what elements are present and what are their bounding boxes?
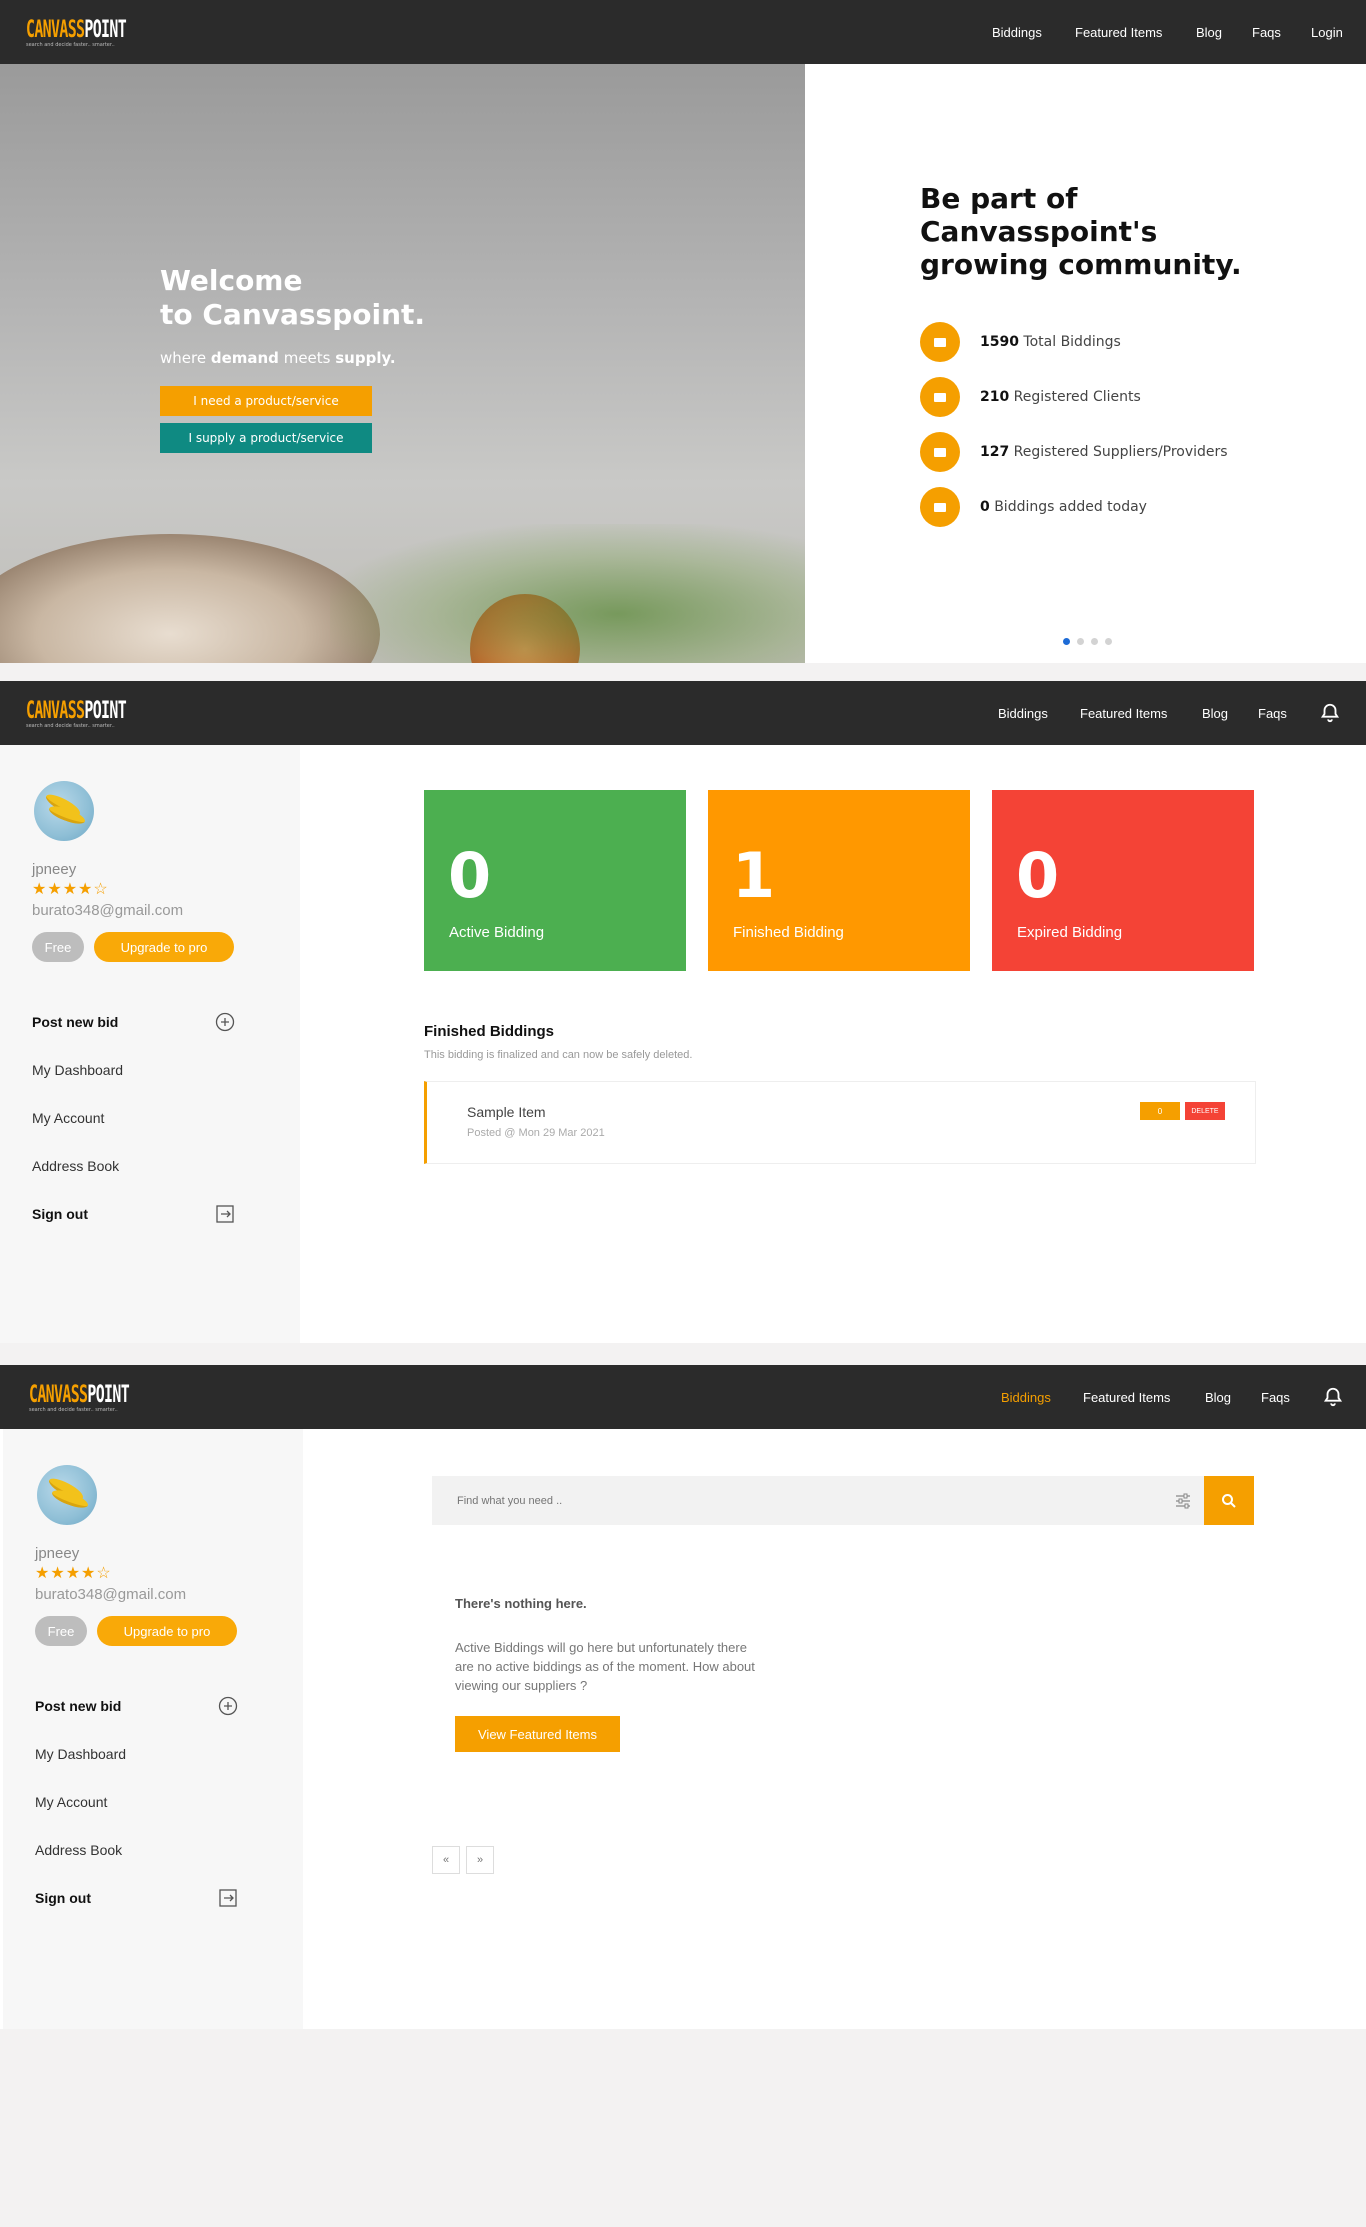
- carousel-dot[interactable]: [1091, 638, 1098, 645]
- address-book-link[interactable]: Address Book: [35, 1842, 122, 1858]
- item-posted-date: Posted @ Mon 29 Mar 2021: [467, 1127, 605, 1139]
- supply-product-button[interactable]: I supply a product/service: [160, 423, 372, 453]
- stat-registered-suppliers: 127 Registered Suppliers/Providers: [920, 432, 1228, 472]
- nav-faqs[interactable]: Faqs: [1261, 1390, 1290, 1405]
- expired-bidding-card[interactable]: 0 Expired Bidding: [992, 790, 1254, 971]
- filter-sliders-icon[interactable]: [1174, 1492, 1192, 1510]
- post-new-bid-link[interactable]: Post new bid: [35, 1698, 121, 1714]
- avatar[interactable]: [37, 1465, 97, 1525]
- upgrade-button[interactable]: Upgrade to pro: [97, 1616, 237, 1646]
- finished-bidding-item[interactable]: Sample Item Posted @ Mon 29 Mar 2021 0 D…: [424, 1081, 1256, 1164]
- plan-badge: Free: [35, 1616, 87, 1646]
- hero-title: Welcome to Canvasspoint.: [160, 264, 426, 331]
- rating-stars: ★★★★☆: [35, 1565, 112, 1582]
- finished-biddings-note: This bidding is finalized and can now be…: [424, 1049, 693, 1061]
- hero-herbs-image: [330, 524, 805, 663]
- delete-button[interactable]: DELETE: [1185, 1102, 1225, 1120]
- upgrade-button[interactable]: Upgrade to pro: [94, 932, 234, 962]
- notification-bell-icon[interactable]: [1319, 702, 1341, 724]
- logo[interactable]: CANVASSPOINT search and decide faster.. …: [26, 698, 187, 729]
- nav-biddings[interactable]: Biddings: [998, 706, 1048, 721]
- notification-bell-icon[interactable]: [1322, 1386, 1344, 1408]
- pagination-next-button[interactable]: »: [466, 1846, 494, 1874]
- nav-faqs[interactable]: Faqs: [1258, 706, 1287, 721]
- suppliers-icon: [920, 432, 960, 472]
- hero-subtitle: where demand meets supply.: [160, 349, 396, 367]
- search-bar: [432, 1476, 1204, 1525]
- sign-out-link[interactable]: Sign out: [32, 1206, 88, 1222]
- post-new-bid-link[interactable]: Post new bid: [32, 1014, 118, 1030]
- item-count-badge[interactable]: 0: [1140, 1102, 1180, 1120]
- dashboard-header: CANVASSPOINT search and decide faster.. …: [0, 681, 1366, 745]
- search-button[interactable]: [1204, 1476, 1254, 1525]
- need-product-button[interactable]: I need a product/service: [160, 386, 372, 416]
- nav-biddings[interactable]: Biddings: [992, 25, 1042, 40]
- empty-state-message: Active Biddings will go here but unfortu…: [455, 1640, 755, 1693]
- logo[interactable]: CANVASSPOINT search and decide faster.. …: [26, 17, 187, 48]
- empty-state-title: There's nothing here.: [455, 1596, 587, 1611]
- biddings-header: CANVASSPOINT search and decide faster.. …: [0, 1365, 1366, 1429]
- user-email: burato348@gmail.com: [32, 902, 184, 919]
- calendar-icon: [920, 487, 960, 527]
- nav-featured-items[interactable]: Featured Items: [1075, 25, 1162, 40]
- nav-blog[interactable]: Blog: [1205, 1390, 1231, 1405]
- finished-biddings-title: Finished Biddings: [424, 1023, 554, 1040]
- community-panel: Be part of Canvasspoint's growing commun…: [805, 64, 1366, 663]
- user-email: burato348@gmail.com: [35, 1586, 187, 1603]
- carousel-dots: [1063, 638, 1112, 645]
- view-featured-items-button[interactable]: View Featured Items: [455, 1716, 620, 1752]
- clients-icon: [920, 377, 960, 417]
- address-book-link[interactable]: Address Book: [32, 1158, 119, 1174]
- search-input[interactable]: [432, 1476, 1152, 1525]
- rating-stars: ★★★★☆: [32, 881, 109, 898]
- my-dashboard-link[interactable]: My Dashboard: [32, 1062, 123, 1078]
- landing-header: CANVASSPOINT search and decide faster.. …: [0, 0, 1366, 64]
- nav-login[interactable]: Login: [1311, 25, 1343, 40]
- nav-featured-items[interactable]: Featured Items: [1083, 1390, 1170, 1405]
- nav-faqs[interactable]: Faqs: [1252, 25, 1281, 40]
- sign-out-link[interactable]: Sign out: [35, 1890, 91, 1906]
- carousel-dot[interactable]: [1063, 638, 1070, 645]
- stat-biddings-today: 0 Biddings added today: [920, 487, 1147, 527]
- logo[interactable]: CANVASSPOINT search and decide faster.. …: [29, 1382, 190, 1413]
- sign-out-icon[interactable]: [215, 1204, 235, 1224]
- dashboard-sidebar: jpneey ★★★★☆ burato348@gmail.com Free Up…: [0, 745, 300, 1343]
- biddings-sidebar: jpneey ★★★★☆ burato348@gmail.com Free Up…: [3, 1429, 303, 2029]
- finished-bidding-card[interactable]: 1 Finished Bidding: [708, 790, 970, 971]
- avatar[interactable]: [34, 781, 94, 841]
- carousel-dot[interactable]: [1105, 638, 1112, 645]
- pagination-prev-button[interactable]: «: [432, 1846, 460, 1874]
- sign-out-icon[interactable]: [218, 1888, 238, 1908]
- search-icon: [1222, 1493, 1236, 1508]
- item-name: Sample Item: [467, 1104, 546, 1120]
- biddings-icon: [920, 322, 960, 362]
- my-account-link[interactable]: My Account: [32, 1110, 104, 1126]
- carousel-dot[interactable]: [1077, 638, 1084, 645]
- my-account-link[interactable]: My Account: [35, 1794, 107, 1810]
- nav-blog[interactable]: Blog: [1202, 706, 1228, 721]
- username: jpneey: [32, 861, 77, 878]
- hero-food-image: [0, 534, 380, 663]
- my-dashboard-link[interactable]: My Dashboard: [35, 1746, 126, 1762]
- hero-banner: Welcome to Canvasspoint. where demand me…: [0, 64, 805, 663]
- nav-biddings[interactable]: Biddings: [1001, 1390, 1051, 1405]
- username: jpneey: [35, 1545, 80, 1562]
- stat-total-biddings: 1590 Total Biddings: [920, 322, 1121, 362]
- plus-circle-icon[interactable]: [218, 1696, 238, 1716]
- nav-featured-items[interactable]: Featured Items: [1080, 706, 1167, 721]
- stat-cards: 0 Active Bidding 1 Finished Bidding 0 Ex…: [424, 790, 1256, 971]
- community-title: Be part of Canvasspoint's growing commun…: [920, 182, 1242, 281]
- plus-circle-icon[interactable]: [215, 1012, 235, 1032]
- nav-blog[interactable]: Blog: [1196, 25, 1222, 40]
- plan-badge: Free: [32, 932, 84, 962]
- stat-registered-clients: 210 Registered Clients: [920, 377, 1141, 417]
- active-bidding-card[interactable]: 0 Active Bidding: [424, 790, 686, 971]
